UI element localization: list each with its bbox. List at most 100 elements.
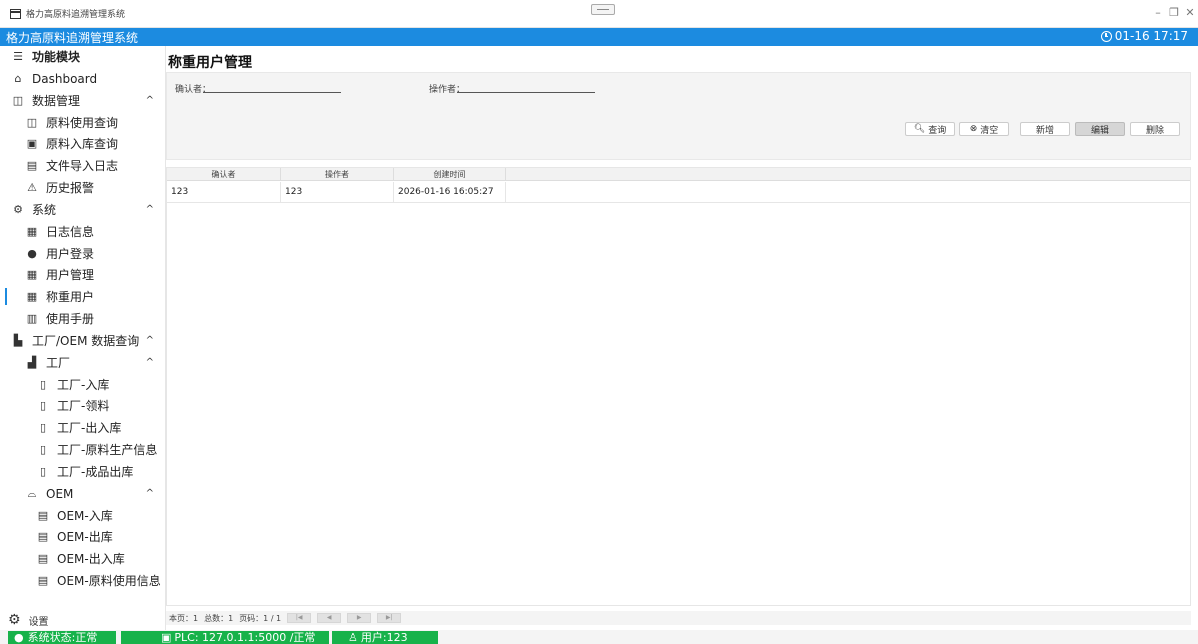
- page-title: 称重用户管理: [168, 55, 252, 71]
- document-icon: ▤: [37, 509, 49, 522]
- building-icon: ▟: [27, 356, 37, 369]
- sidebar-item-data-management[interactable]: ◫ 数据管理 ^: [0, 90, 166, 111]
- main-content: 称重用户管理 确认者： 操作者： 🔍︎ 查询 ⊗ 清空 新增 编辑 删除 确认者…: [166, 46, 1198, 630]
- clock-icon: [1100, 30, 1112, 42]
- close-button[interactable]: ✕: [1182, 6, 1198, 19]
- sidebar-item-material-usage-query[interactable]: ◫ 原料使用查询: [0, 112, 166, 133]
- table-row[interactable]: 123 123 2026-01-16 16:05:27: [167, 182, 1190, 203]
- database-icon: ◫: [12, 94, 24, 107]
- sidebar-item-user-management[interactable]: ▦ 用户管理: [0, 264, 166, 285]
- cloud-icon: ⌓: [27, 486, 37, 500]
- delete-button-label: 删除: [1145, 125, 1164, 136]
- chevron-up-icon[interactable]: ^: [146, 488, 154, 499]
- delete-button[interactable]: 删除: [1130, 122, 1180, 136]
- sidebar-item-factory-product-outbound[interactable]: ▯ 工厂-成品出库: [0, 461, 166, 482]
- sidebar-item-label: OEM-入库: [57, 509, 113, 523]
- sidebar-item-label: 工厂: [46, 356, 71, 370]
- sidebar-item-label: 工厂-入库: [57, 378, 110, 392]
- sidebar-item-factory-picking[interactable]: ▯ 工厂-领料: [0, 395, 166, 416]
- document-icon: ▤: [37, 552, 49, 565]
- column-header-confirmer[interactable]: 确认者: [167, 168, 281, 181]
- sidebar-item-factory-in-out[interactable]: ▯ 工厂-出入库: [0, 417, 166, 438]
- sidebar-item-file-import-log[interactable]: ▤ 文件导入日志: [0, 155, 166, 176]
- prev-page-button[interactable]: ◀: [317, 613, 342, 623]
- sidebar-item-factory-oem-query[interactable]: ▙ 工厂/OEM 数据查询 ^: [0, 330, 166, 351]
- gear-icon: ⚙: [13, 203, 23, 216]
- sidebar-item-oem[interactable]: ⌓ OEM ^: [0, 483, 166, 504]
- book-icon: ▥: [26, 312, 38, 325]
- cell-confirmer: 123: [167, 182, 281, 203]
- clipboard-icon: ▯: [39, 378, 47, 391]
- user-status-badge: ♙ 用户:123: [332, 631, 438, 644]
- sidebar-item-label: 使用手册: [46, 312, 95, 326]
- add-button[interactable]: 新增: [1020, 122, 1070, 136]
- chevron-up-icon[interactable]: ^: [146, 204, 154, 215]
- query-button[interactable]: 🔍︎ 查询: [905, 122, 955, 136]
- drag-handle[interactable]: [591, 4, 615, 15]
- sidebar-item-oem-inbound[interactable]: ▤ OEM-入库: [0, 505, 166, 526]
- chevron-up-icon[interactable]: ^: [146, 95, 154, 106]
- pager-total: 总数：1: [204, 613, 234, 623]
- last-page-button[interactable]: ▶|: [377, 613, 402, 623]
- clear-icon: ⊗: [969, 124, 978, 134]
- edit-button[interactable]: 编辑: [1075, 122, 1125, 136]
- sidebar-item-user-manual[interactable]: ▥ 使用手册: [0, 308, 166, 329]
- column-header-created-time[interactable]: 创建时间: [394, 168, 506, 181]
- operator-input[interactable]: [457, 92, 595, 93]
- sidebar-item-label: Dashboard: [32, 71, 98, 86]
- system-status-badge: ● 系统状态:正常: [8, 631, 116, 644]
- sidebar-item-factory[interactable]: ▟ 工厂 ^: [0, 352, 166, 373]
- list-icon: ▦: [26, 225, 38, 238]
- edit-button-label: 编辑: [1090, 125, 1109, 136]
- sidebar-item-log-info[interactable]: ▦ 日志信息: [0, 221, 166, 242]
- confirmer-input[interactable]: [203, 92, 341, 93]
- sidebar-item-label: 文件导入日志: [46, 159, 119, 173]
- sidebar-item-label: 工厂-成品出库: [57, 465, 134, 479]
- sidebar-item-label: OEM-出库: [57, 530, 113, 544]
- first-page-button[interactable]: |◀: [287, 613, 312, 623]
- sidebar-item-label: 工厂/OEM 数据查询: [32, 334, 140, 348]
- clear-button-label: 清空: [980, 125, 999, 136]
- sidebar-item-system[interactable]: ⚙ 系统 ^: [0, 199, 166, 220]
- chevron-up-icon[interactable]: ^: [146, 335, 154, 346]
- sidebar-item-oem-in-out[interactable]: ▤ OEM-出入库: [0, 548, 166, 569]
- sidebar-item-history-alarm[interactable]: ⚠ 历史报警: [0, 177, 166, 198]
- sidebar: ☰ 功能模块 ⌂ Dashboard ◫ 数据管理 ^ ◫ 原料使用查询 ▣ 原…: [0, 46, 166, 630]
- user-status-text: 用户:123: [360, 631, 408, 644]
- column-header-operator[interactable]: 操作者: [281, 168, 394, 181]
- sidebar-item-weighing-user[interactable]: ▦ 称重用户: [0, 286, 166, 307]
- clear-button[interactable]: ⊗ 清空: [959, 122, 1009, 136]
- sidebar-item-factory-inbound[interactable]: ▯ 工厂-入库: [0, 374, 166, 395]
- sidebar-item-user-login[interactable]: ● 用户登录: [0, 243, 166, 264]
- app-header: 格力高原料追溯管理系统 01-16 17:17: [0, 28, 1198, 46]
- window-title-bar: 格力高原料追溯管理系统 – ❐ ✕: [0, 0, 1198, 28]
- minimize-button[interactable]: –: [1150, 6, 1166, 19]
- sidebar-item-factory-material-production[interactable]: ▯ 工厂-原料生产信息: [0, 439, 166, 460]
- sidebar-item-label: 工厂-领料: [57, 399, 110, 413]
- next-page-button[interactable]: ▶: [347, 613, 372, 623]
- factory-icon: ▙: [13, 334, 23, 347]
- sidebar-item-label: 用户登录: [46, 247, 95, 261]
- sidebar-item-material-inbound-query[interactable]: ▣ 原料入库查询: [0, 133, 166, 154]
- chevron-up-icon[interactable]: ^: [146, 357, 154, 368]
- sidebar-item-label: OEM: [46, 486, 74, 501]
- sidebar-item-label: 日志信息: [46, 225, 95, 239]
- settings-button[interactable]: ⚙ 设置: [8, 612, 49, 628]
- log-icon: ▤: [26, 159, 38, 172]
- sidebar-header-modules[interactable]: ☰ 功能模块: [0, 46, 166, 67]
- plc-icon: ▣: [161, 631, 172, 644]
- clipboard-icon: ▯: [39, 421, 47, 434]
- shield-icon: ●: [14, 631, 24, 644]
- sidebar-item-oem-outbound[interactable]: ▤ OEM-出库: [0, 526, 166, 547]
- sidebar-item-label: 原料入库查询: [46, 137, 119, 151]
- sidebar-item-label: 称重用户: [46, 290, 95, 304]
- operator-label: 操作者：: [429, 85, 466, 95]
- clock: 01-16 17:17: [1100, 29, 1188, 43]
- sidebar-item-oem-material-usage[interactable]: ▤ OEM-原料使用信息: [0, 570, 166, 591]
- search-icon: 🔍︎: [913, 124, 926, 134]
- menu-icon: ☰: [13, 50, 23, 63]
- sidebar-item-dashboard[interactable]: ⌂ Dashboard: [0, 68, 166, 89]
- clipboard-icon: ▯: [39, 443, 47, 456]
- pagination-bar: 本页：1 总数：1 页码：1 / 1 |◀ ◀ ▶ ▶|: [166, 611, 1191, 625]
- maximize-button[interactable]: ❐: [1166, 6, 1182, 19]
